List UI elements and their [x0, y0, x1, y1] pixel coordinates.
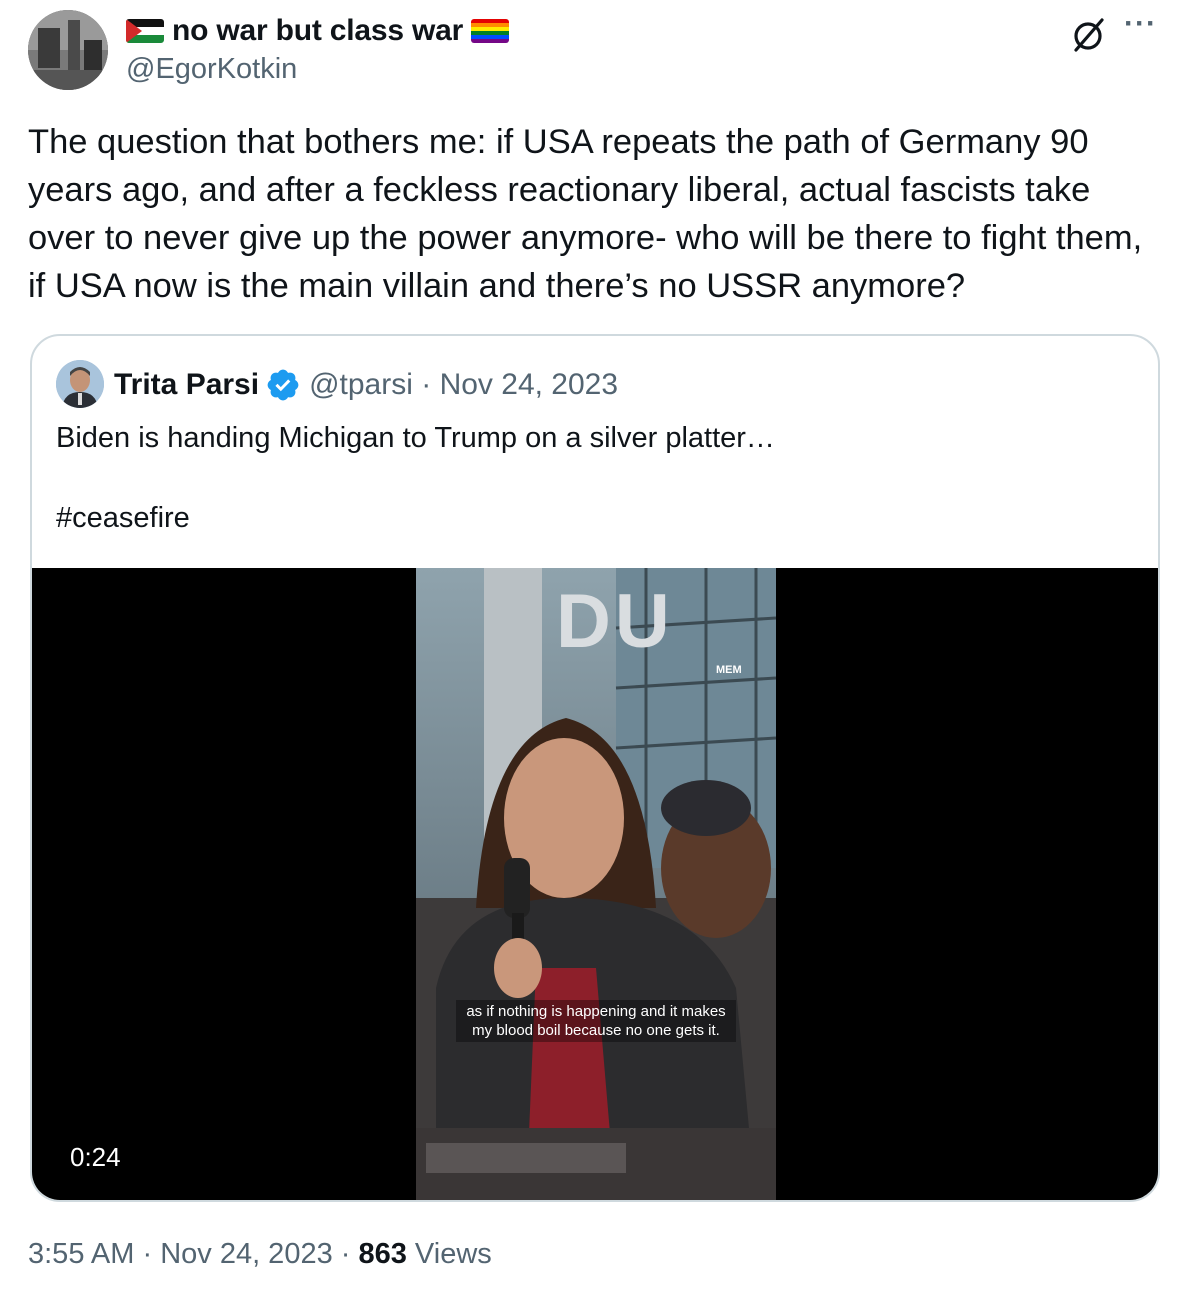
quoted-author-avatar[interactable]	[56, 360, 104, 408]
views-count: 863	[358, 1238, 407, 1270]
footer-separator-2: ·	[332, 1238, 359, 1270]
rainbow-flag-icon	[471, 19, 510, 43]
quoted-date[interactable]: Nov 24, 2023	[440, 368, 618, 402]
quoted-author-row[interactable]: Trita Parsi @tparsi · Nov 24, 2023	[114, 366, 618, 404]
quoted-author-name: Trita Parsi	[114, 368, 260, 401]
video-watermark: MEM	[716, 664, 742, 676]
views-label: Views	[406, 1238, 492, 1270]
tweet-date[interactable]: Nov 24, 2023	[160, 1238, 333, 1270]
video-thumbnail[interactable]: DU MEM as if nothing is happening and it…	[416, 568, 776, 1200]
author-name-row[interactable]: no war but class war	[126, 12, 510, 50]
avatar-image	[28, 10, 108, 90]
more-options-icon[interactable]: ···	[1124, 9, 1164, 44]
quoted-meta-separator: ·	[412, 368, 440, 401]
tweet-text: The question that bothers me: if USA rep…	[28, 123, 1143, 305]
video-subtitle: as if nothing is happening and it makes …	[456, 1000, 736, 1042]
quoted-tweet-text: Biden is handing Michigan to Trump on a …	[56, 422, 775, 534]
video-player[interactable]: DU MEM as if nothing is happening and it…	[32, 568, 1158, 1200]
quoted-handle[interactable]: @tparsi	[309, 368, 413, 402]
author-display-name: no war but class war	[172, 14, 464, 47]
quoted-avatar-image	[56, 360, 104, 408]
verified-badge-icon	[267, 369, 299, 401]
palestine-flag-icon	[126, 19, 164, 43]
author-avatar[interactable]	[28, 10, 108, 90]
tweet-time[interactable]: 3:55 AM	[28, 1238, 134, 1270]
tweet-footer: 3:55 AM · Nov 24, 2023 · 863 Views	[28, 1238, 492, 1271]
building-sign-text: DU	[556, 579, 674, 664]
quoted-tweet-card[interactable]: Trita Parsi @tparsi · Nov 24, 2023 Biden…	[30, 334, 1160, 1202]
grok-icon[interactable]	[1068, 14, 1108, 54]
footer-separator: ·	[134, 1238, 161, 1270]
author-handle[interactable]: @EgorKotkin	[126, 53, 297, 86]
video-duration: 0:24	[60, 1138, 131, 1177]
